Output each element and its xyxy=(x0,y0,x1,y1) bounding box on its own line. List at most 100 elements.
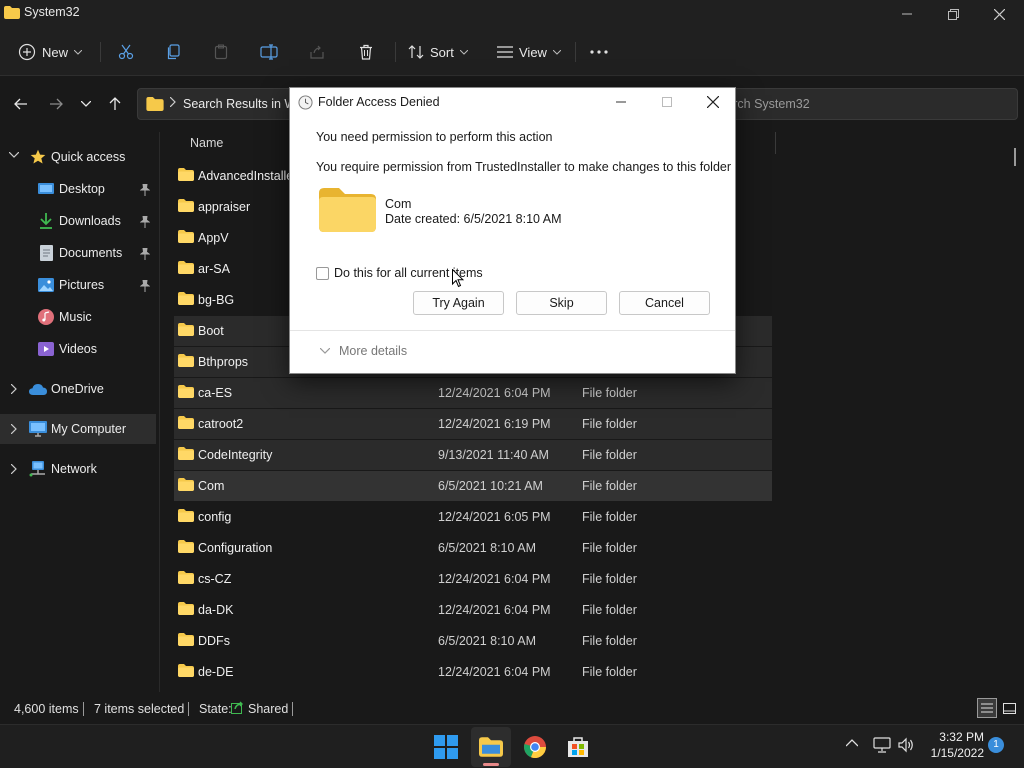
sidebar-item-documents[interactable]: Documents xyxy=(0,238,156,268)
view-lines-icon xyxy=(497,45,513,59)
status-bar: 4,600 items 7 items selected State: Shar… xyxy=(0,692,1024,724)
close-button[interactable] xyxy=(976,0,1022,28)
file-name: AppV xyxy=(198,231,229,245)
new-label: New xyxy=(42,44,69,60)
up-button[interactable] xyxy=(103,92,127,116)
picture-icon xyxy=(37,276,55,294)
more-details-toggle[interactable]: More details xyxy=(339,344,407,358)
start-button[interactable] xyxy=(426,727,466,767)
file-row[interactable]: config 12/24/2021 6:05 PM File folder xyxy=(174,502,772,532)
file-name: ar-SA xyxy=(198,262,230,276)
file-row[interactable]: DDFs 6/5/2021 8:10 AM File folder xyxy=(174,626,772,656)
share-button[interactable] xyxy=(303,38,331,66)
folder-icon xyxy=(178,292,196,307)
chevron-down-icon xyxy=(552,49,561,55)
cancel-button[interactable]: Cancel xyxy=(619,291,710,315)
volume-icon[interactable] xyxy=(898,737,914,753)
file-row[interactable]: CodeIntegrity 9/13/2021 11:40 AM File fold… xyxy=(174,440,772,470)
file-name: Bthprops xyxy=(198,355,249,369)
chevron-right-icon[interactable] xyxy=(8,384,20,394)
file-row[interactable]: catroot2 12/24/2021 6:19 PM File folder xyxy=(174,409,772,439)
search-box[interactable]: Search System32 xyxy=(700,88,1018,120)
recent-locations-button[interactable] xyxy=(74,92,98,116)
file-date: 9/13/2021 11:40 AM xyxy=(438,448,549,462)
delete-button[interactable] xyxy=(352,38,380,66)
chevron-right-icon[interactable] xyxy=(8,424,20,434)
sidebar-item-music[interactable]: Music xyxy=(0,302,156,332)
forward-button[interactable] xyxy=(44,92,68,116)
desktop-icon xyxy=(37,180,55,198)
copy-button[interactable] xyxy=(160,38,188,66)
sidebar-item-desktop[interactable]: Desktop xyxy=(0,174,156,204)
column-header-name[interactable]: Name xyxy=(190,136,223,150)
minimize-button[interactable] xyxy=(884,0,930,28)
new-button[interactable]: New xyxy=(18,38,83,66)
dialog-maximize-button[interactable] xyxy=(652,90,682,114)
item-count: 4,600 items xyxy=(14,702,79,716)
cut-button[interactable] xyxy=(112,38,140,66)
back-button[interactable] xyxy=(9,92,33,116)
breadcrumb[interactable]: Search Results in Wi xyxy=(183,97,299,111)
chevron-right-icon[interactable] xyxy=(8,464,20,474)
file-row[interactable]: de-DE 12/24/2021 6:04 PM File folder xyxy=(174,657,772,687)
file-date: 12/24/2021 6:05 PM xyxy=(438,510,551,524)
network-status-icon[interactable] xyxy=(873,737,891,753)
file-name: config xyxy=(198,510,232,524)
sidebar-item-videos[interactable]: Videos xyxy=(0,334,156,364)
restore-button[interactable] xyxy=(930,0,976,28)
clock-icon xyxy=(298,95,313,110)
file-row[interactable]: cs-CZ 12/24/2021 6:04 PM File folder xyxy=(174,564,772,594)
file-name: ca-ES xyxy=(198,386,233,400)
chevron-down-icon[interactable] xyxy=(8,152,20,158)
chevron-down-icon xyxy=(459,49,468,55)
skip-button[interactable]: Skip xyxy=(516,291,607,315)
sidebar-item-my-computer[interactable]: My Computer xyxy=(0,414,156,444)
file-row[interactable]: Configuration 6/5/2021 8:10 AM File folder xyxy=(174,533,772,563)
file-row[interactable]: da-DK 12/24/2021 6:04 PM File folder xyxy=(174,595,772,625)
sidebar-item-network[interactable]: Network xyxy=(0,454,156,484)
store-icon xyxy=(568,737,588,757)
dialog-close-button[interactable] xyxy=(698,90,728,114)
folder-icon xyxy=(178,664,196,679)
item-name: Com xyxy=(385,197,412,211)
tiles-view-button[interactable] xyxy=(999,698,1019,718)
details-view-icon xyxy=(981,703,993,713)
file-row[interactable]: Com 6/5/2021 10:21 AM File folder xyxy=(174,471,772,501)
paste-button[interactable] xyxy=(207,38,235,66)
taskbar-store[interactable] xyxy=(558,727,598,767)
file-name: AdvancedInstallers xyxy=(198,169,304,183)
rename-button[interactable] xyxy=(255,38,283,66)
sidebar-item-label: My Computer xyxy=(51,422,127,436)
command-bar: New Sort View xyxy=(0,28,1024,76)
sidebar-item-downloads[interactable]: Downloads xyxy=(0,206,156,236)
share-icon xyxy=(303,38,331,66)
rename-icon xyxy=(255,38,283,66)
more-options-button[interactable] xyxy=(590,38,608,66)
apply-to-all-checkbox[interactable] xyxy=(316,267,329,280)
sort-button[interactable]: Sort xyxy=(408,38,468,66)
mouse-cursor-icon xyxy=(452,269,464,288)
view-label: View xyxy=(519,44,547,60)
show-hidden-icons-button[interactable] xyxy=(846,739,858,747)
sidebar-item-label: Quick access xyxy=(51,150,126,164)
folder-icon xyxy=(178,447,196,462)
windows-logo-icon xyxy=(434,735,458,759)
sidebar-item-pictures[interactable]: Pictures xyxy=(0,270,156,300)
pin-icon xyxy=(140,280,152,292)
column-divider[interactable] xyxy=(775,132,776,154)
try-again-button[interactable]: Try Again xyxy=(413,291,504,315)
folder-icon xyxy=(319,187,377,233)
taskbar-file-explorer[interactable] xyxy=(471,727,511,767)
details-view-button[interactable] xyxy=(977,698,997,718)
dialog-minimize-button[interactable] xyxy=(606,90,636,114)
sidebar-item-quick-access[interactable]: Quick access xyxy=(0,142,156,172)
file-row[interactable]: ca-ES 12/24/2021 6:04 PM File folder xyxy=(174,378,772,408)
view-button[interactable]: View xyxy=(497,38,561,66)
pin-icon xyxy=(140,248,152,260)
status-divider xyxy=(188,702,189,716)
clock[interactable]: 3:32 PM 1/15/2022 xyxy=(926,729,984,761)
taskbar-chrome[interactable] xyxy=(515,727,555,767)
vertical-scrollbar[interactable] xyxy=(1014,148,1016,166)
notification-badge[interactable]: 1 xyxy=(988,737,1004,753)
sidebar-item-onedrive[interactable]: OneDrive xyxy=(0,374,156,404)
